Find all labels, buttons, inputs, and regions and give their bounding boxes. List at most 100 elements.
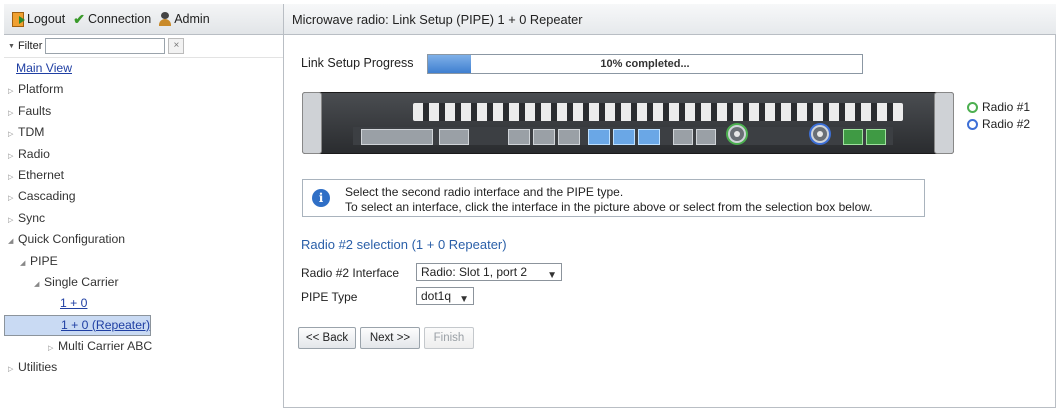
info-icon: i bbox=[312, 189, 330, 207]
legend-radio-2-label: Radio #2 bbox=[982, 117, 1031, 131]
tree-item-quick-configuration[interactable]: ◢ Quick Configuration bbox=[4, 229, 283, 250]
expand-arrow-icon: ▷ bbox=[8, 216, 14, 224]
ethernet-port[interactable] bbox=[508, 129, 530, 145]
expand-arrow-icon: ▷ bbox=[8, 173, 14, 181]
logout-label: Logout bbox=[27, 12, 66, 26]
pipe-type-value: dot1q bbox=[421, 289, 452, 303]
tree-item-tdm[interactable]: ▷ TDM bbox=[4, 122, 283, 143]
progress-bar: 10% completed... bbox=[427, 54, 863, 74]
back-button[interactable]: << Back bbox=[298, 327, 356, 349]
tree-item-faults[interactable]: ▷ Faults bbox=[4, 101, 283, 122]
next-button[interactable]: Next >> bbox=[360, 327, 420, 349]
ethernet-port[interactable] bbox=[558, 129, 580, 145]
expand-arrow-icon: ▷ bbox=[8, 109, 14, 117]
clear-filter-icon[interactable]: × bbox=[168, 38, 185, 54]
collapse-arrow-icon: ◢ bbox=[20, 259, 26, 267]
info-line-1: Select the second radio interface and th… bbox=[345, 185, 624, 199]
radio-interface-port[interactable] bbox=[843, 129, 863, 145]
caret-down-icon: ▼ bbox=[8, 42, 15, 50]
section-title: Radio #2 selection (1 + 0 Repeater) bbox=[301, 237, 507, 252]
expand-arrow-icon: ▷ bbox=[8, 88, 14, 96]
tree-item-label: Utilities bbox=[18, 360, 58, 375]
legend-radio-1-label: Radio #1 bbox=[982, 100, 1031, 114]
info-box: i Select the second radio interface and … bbox=[302, 179, 925, 217]
top-toolbar: Logout ✔ Connection Admin bbox=[4, 4, 283, 35]
radio-2-interface-label: Radio #2 Interface bbox=[301, 266, 400, 280]
legend-radio-1: Radio #1 bbox=[967, 100, 1030, 114]
expand-arrow-icon: ▷ bbox=[8, 366, 14, 374]
tree-item-1-plus-0[interactable]: 1 + 0 bbox=[4, 293, 283, 314]
tree-item-sync[interactable]: ▷ Sync bbox=[4, 208, 283, 229]
expand-arrow-icon: ▷ bbox=[48, 345, 54, 353]
pipe-type-label: PIPE Type bbox=[301, 290, 358, 304]
admin-label: Admin bbox=[174, 12, 210, 26]
rack-ear-left bbox=[302, 92, 322, 154]
tree-item-single-carrier[interactable]: ◢ Single Carrier bbox=[4, 272, 283, 293]
connection-button[interactable]: ✔ Connection bbox=[73, 11, 151, 28]
rack-ear-right bbox=[934, 92, 954, 154]
filter-bar: ▼ Filter × bbox=[4, 35, 283, 58]
collapse-arrow-icon: ◢ bbox=[34, 280, 40, 288]
tree-item-label: Quick Configuration bbox=[18, 232, 126, 247]
ethernet-port[interactable] bbox=[533, 129, 555, 145]
mgmt-port[interactable] bbox=[439, 129, 469, 145]
tree-item-label: Single Carrier bbox=[44, 274, 119, 289]
navigation-tree: Main View ▷ Platform ▷ Faults ▷ TDM ▷ Radio … bbox=[4, 58, 283, 379]
checkmark-icon: ✔ bbox=[73, 10, 85, 27]
tree-item-utilities[interactable]: ▷ Utilities bbox=[4, 357, 283, 378]
main-panel: Microwave radio: Link Setup (PIPE) 1 + 0… bbox=[284, 4, 1056, 408]
progress-text: 10% completed... bbox=[600, 58, 690, 70]
tree-item-label: Ethernet bbox=[18, 167, 65, 182]
user-icon bbox=[159, 12, 172, 26]
expand-arrow-icon: ▷ bbox=[8, 195, 14, 203]
ethernet-port[interactable] bbox=[638, 129, 660, 145]
connection-label: Connection bbox=[87, 12, 152, 26]
sfp-port[interactable] bbox=[673, 129, 693, 145]
ethernet-port[interactable] bbox=[613, 129, 635, 145]
tree-item-pipe[interactable]: ◢ PIPE bbox=[4, 251, 283, 272]
tree-item-label: Radio bbox=[18, 146, 50, 161]
pipe-type-select[interactable]: dot1q ▼ bbox=[416, 287, 474, 305]
tree-item-radio[interactable]: ▷ Radio bbox=[4, 144, 283, 165]
tree-item-platform[interactable]: ▷ Platform bbox=[4, 79, 283, 100]
ethernet-port[interactable] bbox=[588, 129, 610, 145]
collapse-arrow-icon: ◢ bbox=[8, 238, 14, 246]
filter-label: Filter bbox=[17, 40, 43, 52]
expand-arrow-icon: ▷ bbox=[8, 152, 14, 160]
tree-item-label: PIPE bbox=[30, 253, 58, 268]
tree-item-1-plus-0-repeater[interactable]: 1 + 0 (Repeater) bbox=[4, 314, 152, 337]
tree-item-label: Sync bbox=[18, 210, 46, 225]
chevron-down-icon: ▼ bbox=[547, 270, 557, 281]
tree-item-label: Multi Carrier ABC bbox=[58, 339, 153, 354]
radio-interface-port[interactable] bbox=[866, 129, 886, 145]
radio-1-circle-icon bbox=[967, 101, 978, 113]
logout-icon bbox=[12, 11, 25, 27]
filter-input[interactable] bbox=[45, 38, 166, 54]
logout-button[interactable]: Logout bbox=[12, 11, 66, 27]
legend-radio-2: Radio #2 bbox=[967, 117, 1030, 131]
serial-port[interactable] bbox=[361, 129, 433, 145]
expand-arrow-icon: ▷ bbox=[8, 131, 14, 139]
tree-item-label: TDM bbox=[18, 125, 45, 140]
radio-2-circle-icon bbox=[967, 118, 978, 130]
tree-item-label: Faults bbox=[18, 103, 52, 118]
radio-port-1[interactable] bbox=[728, 125, 746, 143]
chevron-down-icon: ▼ bbox=[459, 294, 469, 305]
radio-port-2[interactable] bbox=[811, 125, 829, 143]
tree-item-ethernet[interactable]: ▷ Ethernet bbox=[4, 165, 283, 186]
radio-2-interface-value: Radio: Slot 1, port 2 bbox=[421, 265, 528, 279]
tree-item-label: Cascading bbox=[18, 189, 76, 204]
tree-item-multi-carrier-abc[interactable]: ▷ Multi Carrier ABC bbox=[4, 336, 283, 357]
info-line-2: To select an interface, click the interf… bbox=[345, 200, 873, 214]
admin-button[interactable]: Admin bbox=[159, 12, 210, 26]
tree-item-cascading[interactable]: ▷ Cascading bbox=[4, 186, 283, 207]
progress-label: Link Setup Progress bbox=[301, 56, 414, 70]
sidebar: Logout ✔ Connection Admin ▼ Filter × Mai… bbox=[4, 4, 284, 408]
sfp-port[interactable] bbox=[696, 129, 716, 145]
tree-item-label: Platform bbox=[18, 82, 64, 97]
radio-2-interface-select[interactable]: Radio: Slot 1, port 2 ▼ bbox=[416, 263, 562, 281]
finish-button[interactable]: Finish bbox=[424, 327, 474, 349]
tree-item-main-view[interactable]: Main View bbox=[4, 58, 283, 79]
device-front-panel bbox=[302, 92, 954, 154]
page-title: Microwave radio: Link Setup (PIPE) 1 + 0… bbox=[284, 4, 1056, 35]
